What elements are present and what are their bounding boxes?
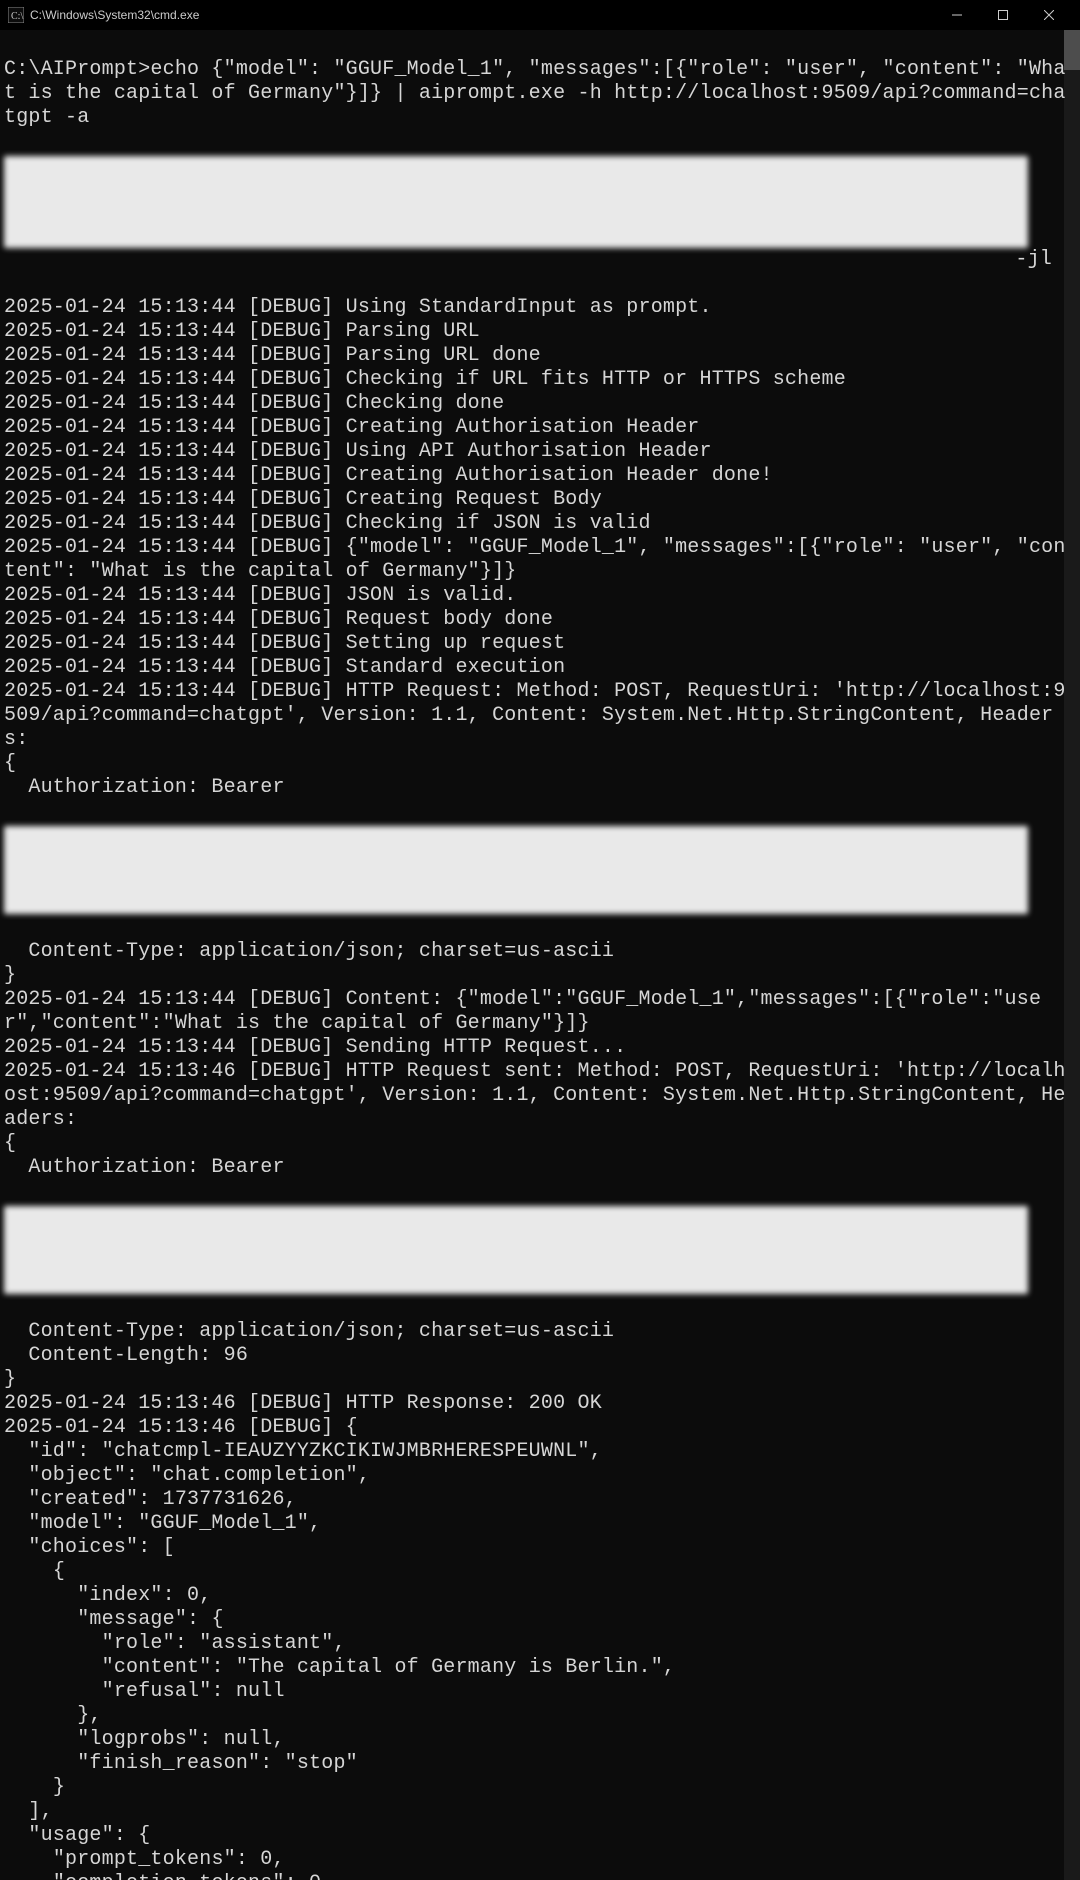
- log-block-1: 2025-01-24 15:13:44 [DEBUG] Using Standa…: [4, 296, 1072, 800]
- window-title: C:\Windows\System32\cmd.exe: [30, 8, 199, 22]
- log-block-2: Content-Type: application/json; charset=…: [4, 940, 1072, 1180]
- redacted-block: [4, 156, 1028, 248]
- window-controls: [934, 0, 1072, 30]
- log-block-3: Content-Type: application/json; charset=…: [4, 1320, 1072, 1880]
- cmd-icon: C:\: [8, 7, 24, 23]
- minimize-button[interactable]: [934, 0, 980, 30]
- close-button[interactable]: [1026, 0, 1072, 30]
- redacted-block: [4, 1206, 1028, 1294]
- svg-text:C:\: C:\: [11, 11, 23, 22]
- maximize-button[interactable]: [980, 0, 1026, 30]
- flag-jl: -jl: [4, 248, 1072, 272]
- redacted-block: [4, 826, 1028, 914]
- prompt-command-line: C:\AIPrompt>echo {"model": "GGUF_Model_1…: [4, 58, 1072, 130]
- window-titlebar: C:\ C:\Windows\System32\cmd.exe: [0, 0, 1080, 30]
- terminal-output[interactable]: C:\AIPrompt>echo {"model": "GGUF_Model_1…: [0, 30, 1080, 1880]
